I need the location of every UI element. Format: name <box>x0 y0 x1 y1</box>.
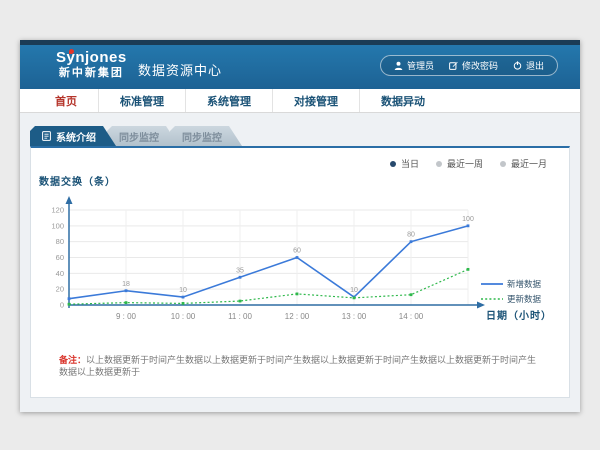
tab-sync-monitor-2[interactable]: 同步监控 <box>170 126 242 146</box>
svg-text:9 : 00: 9 : 00 <box>116 312 137 321</box>
svg-text:120: 120 <box>51 206 64 215</box>
svg-text:100: 100 <box>462 216 474 223</box>
nav-item-standard-mgmt[interactable]: 标准管理 <box>98 89 185 112</box>
footnote: 备注：以上数据更新于时间产生数据以上数据更新于时间产生数据以上数据更新于时间产生… <box>59 355 537 378</box>
svg-text:60: 60 <box>293 248 301 255</box>
company-logo: Synjones 新中新集团 <box>56 50 127 79</box>
nav-item-interface-mgmt[interactable]: 对接管理 <box>272 89 359 112</box>
user-menu-admin[interactable]: 管理员 <box>394 59 434 72</box>
radio-dot-icon <box>436 161 442 167</box>
svg-text:10: 10 <box>179 287 187 294</box>
time-range-filters: 当日 最近一周 最近一月 <box>390 157 547 170</box>
line-chart: 0 20 40 60 80 100 120 9 : 00 10 : 00 11 : 00 12 : … <box>31 188 571 328</box>
tab-bar: 系统介绍 同步监控 同步监控 <box>30 126 570 146</box>
filter-today[interactable]: 当日 <box>390 157 419 170</box>
nav-item-system-mgmt[interactable]: 系统管理 <box>185 89 272 112</box>
power-icon <box>513 61 522 70</box>
logo-text-en: Synjones <box>56 50 127 67</box>
nav-item-data-change[interactable]: 数据异动 <box>359 89 446 112</box>
logo-text-cn: 新中新集团 <box>56 67 127 79</box>
svg-text:60: 60 <box>56 253 64 262</box>
svg-text:80: 80 <box>56 237 64 246</box>
svg-text:0: 0 <box>60 301 64 310</box>
filter-last-week[interactable]: 最近一周 <box>436 157 483 170</box>
footnote-prefix: 备注： <box>59 355 86 365</box>
radio-dot-icon <box>390 161 396 167</box>
chart-panel: 当日 最近一周 最近一月 数据交换（条） 0 20 40 60 80 100 120 9 : … <box>30 146 570 398</box>
radio-dot-icon <box>500 161 506 167</box>
tab-label: 同步监控 <box>182 129 222 144</box>
app-window: Synjones 新中新集团 数据资源中心 管理员 修改密码 退出 首页 标准管… <box>20 40 580 412</box>
svg-text:日期（小时）: 日期（小时） <box>486 309 552 322</box>
svg-text:10: 10 <box>350 287 358 294</box>
user-menu: 管理员 修改密码 退出 <box>380 55 558 76</box>
svg-text:11 : 00: 11 : 00 <box>228 312 252 321</box>
logo-flame-icon <box>69 49 74 54</box>
svg-text:10 : 00: 10 : 00 <box>171 312 196 321</box>
page-title: 数据资源中心 <box>138 60 222 79</box>
main-nav: 首页 标准管理 系统管理 对接管理 数据异动 <box>20 89 580 113</box>
svg-text:40: 40 <box>56 269 64 278</box>
svg-text:新增数据: 新增数据 <box>507 279 542 289</box>
y-axis-title: 数据交换（条） <box>39 173 116 188</box>
tab-label: 同步监控 <box>119 129 159 144</box>
footnote-text: 以上数据更新于时间产生数据以上数据更新于时间产生数据以上数据更新于时间产生数据以… <box>59 355 536 377</box>
filter-last-month[interactable]: 最近一月 <box>500 157 547 170</box>
edit-icon <box>449 61 458 70</box>
app-header: Synjones 新中新集团 数据资源中心 管理员 修改密码 退出 <box>20 45 580 89</box>
document-icon <box>42 131 51 141</box>
svg-text:更新数据: 更新数据 <box>507 294 542 304</box>
svg-text:80: 80 <box>407 232 415 239</box>
logout-button[interactable]: 退出 <box>513 59 544 72</box>
change-password-button[interactable]: 修改密码 <box>449 59 498 72</box>
nav-item-home[interactable]: 首页 <box>34 89 98 112</box>
svg-text:14 : 00: 14 : 00 <box>399 312 424 321</box>
user-icon <box>394 61 403 70</box>
svg-text:35: 35 <box>236 267 244 274</box>
svg-text:20: 20 <box>56 285 64 294</box>
svg-text:100: 100 <box>51 221 64 230</box>
svg-text:13 : 00: 13 : 00 <box>342 312 367 321</box>
svg-text:18: 18 <box>122 281 130 288</box>
svg-text:12 : 00: 12 : 00 <box>285 312 310 321</box>
tab-label: 系统介绍 <box>56 129 96 144</box>
tab-sync-monitor-1[interactable]: 同步监控 <box>107 126 179 146</box>
tab-system-intro[interactable]: 系统介绍 <box>30 126 116 146</box>
